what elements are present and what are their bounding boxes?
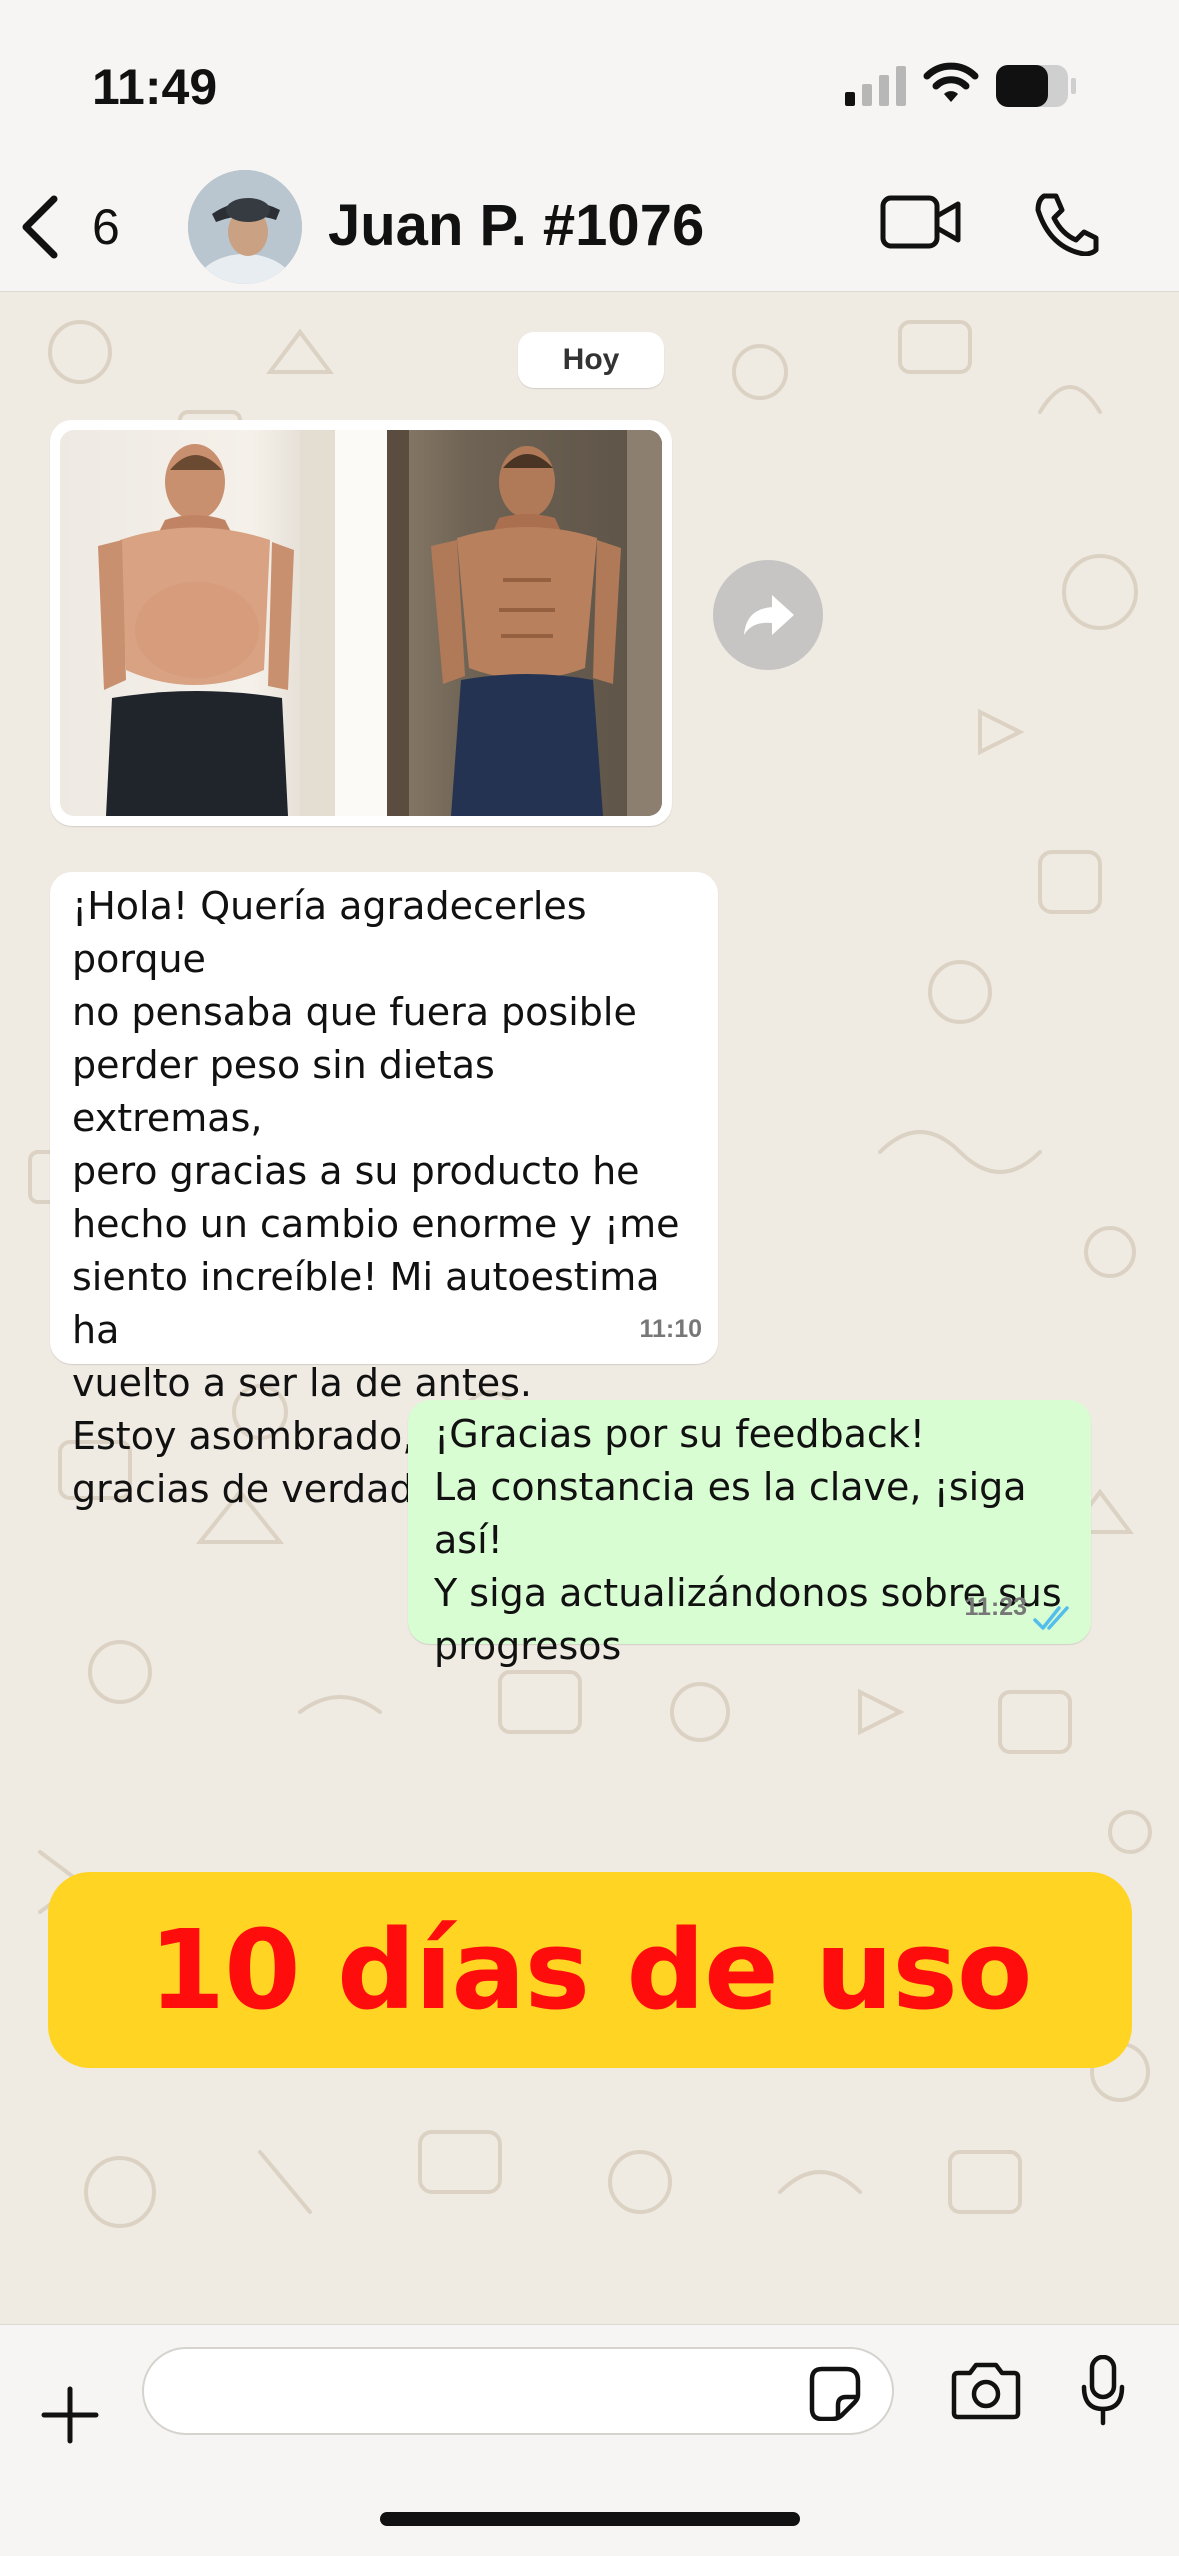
- avatar-image: [188, 170, 302, 284]
- before-after-photo[interactable]: [60, 430, 662, 816]
- contact-name[interactable]: Juan P. #1076: [328, 192, 704, 259]
- image-message[interactable]: [50, 420, 672, 826]
- wifi-icon: [923, 62, 979, 102]
- top-bar: 11:49 6 Juan P. #1076: [0, 0, 1179, 292]
- incoming-message[interactable]: ¡Hola! Quería agradecerles porque no pen…: [50, 872, 718, 1511]
- contact-avatar[interactable]: [188, 170, 302, 284]
- sticker-icon[interactable]: [806, 2365, 862, 2421]
- back-button[interactable]: 6: [18, 192, 138, 262]
- microphone-icon[interactable]: [1080, 2355, 1126, 2427]
- forward-arrow-icon: [744, 595, 794, 635]
- message-input[interactable]: [142, 2347, 894, 2435]
- photo-divider: [335, 430, 387, 816]
- chat-area[interactable]: Hoy ¡Hola! Quería agradecerles porque no…: [0, 292, 1179, 2324]
- phone-icon[interactable]: [1030, 192, 1100, 256]
- after-photo: [387, 430, 662, 816]
- home-indicator[interactable]: [380, 2512, 800, 2526]
- camera-icon[interactable]: [950, 2361, 1022, 2421]
- outgoing-message-time: 11:23: [964, 1593, 1027, 1621]
- date-separator: Hoy: [518, 332, 664, 388]
- back-chevron-icon: [22, 195, 58, 259]
- battery-icon: [996, 65, 1076, 107]
- video-call-icon[interactable]: [880, 192, 962, 252]
- incoming-message-time: 11:10: [639, 1315, 702, 1343]
- cellular-signal-icon: [845, 66, 906, 106]
- forward-button[interactable]: [713, 560, 823, 670]
- usage-days-banner: 10 días de uso: [48, 1872, 1132, 2068]
- outgoing-message[interactable]: ¡Gracias por su feedback! La constancia …: [408, 1400, 1091, 1668]
- plus-icon[interactable]: [40, 2385, 100, 2445]
- status-time: 11:49: [92, 59, 218, 115]
- unread-count: 6: [92, 199, 120, 255]
- read-receipt-icon: [1033, 1606, 1069, 1630]
- before-photo: [60, 430, 335, 816]
